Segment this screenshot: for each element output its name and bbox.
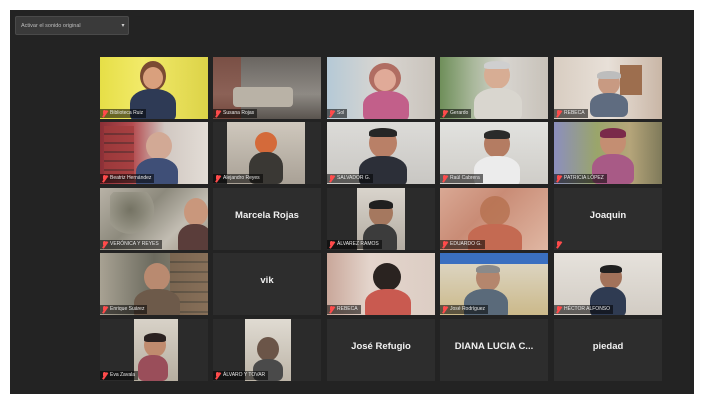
muted-mic-icon xyxy=(215,174,221,183)
participant-display-name: piedad xyxy=(592,341,624,352)
muted-mic-icon xyxy=(442,174,448,183)
participant-tile[interactable]: REBECA xyxy=(327,253,435,315)
muted-mic-icon xyxy=(329,174,335,183)
participant-tile[interactable]: DIANA LUCIA C... xyxy=(440,319,548,381)
participant-tile[interactable]: PATRICIA LÓPEZ xyxy=(554,122,662,184)
participant-tile-active-speaker[interactable]: Beatriz Hernández xyxy=(100,122,208,184)
participant-tile[interactable]: Sol xyxy=(327,57,435,119)
participant-tile[interactable]: ÁLVARO Y TOVAR xyxy=(213,319,321,381)
participant-name-plate: Eva Zavala xyxy=(100,371,139,380)
muted-mic-icon xyxy=(556,174,562,183)
participant-name-plate: José Rodríguez xyxy=(440,305,489,314)
participant-tile[interactable]: piedad xyxy=(554,319,662,381)
participant-name-plate: REBECA xyxy=(327,305,361,314)
participant-display-name: Marcela Rojas xyxy=(235,210,299,221)
muted-mic-icon xyxy=(102,240,108,249)
participant-display-name: Joaquin xyxy=(589,210,627,221)
participant-tile[interactable]: Raúl Cabrera xyxy=(440,122,548,184)
participant-name-plate: PATRICIA LÓPEZ xyxy=(554,174,607,183)
participant-tile[interactable]: HÉCTOR ALFONSO xyxy=(554,253,662,315)
dropdown-label: Activar el sonido original xyxy=(21,22,81,29)
participant-display-name: vik xyxy=(260,275,274,286)
participant-tile[interactable]: Biblioteca Ruiz xyxy=(100,57,208,119)
participant-tile[interactable]: VERÓNICA Y REYES xyxy=(100,188,208,250)
muted-mic-icon xyxy=(102,174,108,183)
participant-name-plate xyxy=(554,240,567,249)
participant-tile[interactable]: Susana Rojas xyxy=(213,57,321,119)
muted-mic-icon xyxy=(329,109,335,118)
participant-name-plate: Susana Rojas xyxy=(213,109,258,118)
participant-tile[interactable]: Eva Zavala xyxy=(100,319,208,381)
muted-mic-icon xyxy=(442,240,448,249)
muted-mic-icon xyxy=(102,371,108,380)
participant-tile[interactable]: Enrique Suárez xyxy=(100,253,208,315)
participant-name-plate: ÁLVARO Y TOVAR xyxy=(213,371,269,380)
participant-name-plate: EDUARDO G. xyxy=(440,240,485,249)
participant-tile[interactable]: EDUARDO G. xyxy=(440,188,548,250)
participant-name-plate: VERÓNICA Y REYES xyxy=(100,240,162,249)
participant-name-plate: Gerardo xyxy=(440,109,472,118)
participant-tile[interactable]: José Rodríguez xyxy=(440,253,548,315)
muted-mic-icon xyxy=(329,305,335,314)
participant-name-plate: ÁLVAREZ RAMOS xyxy=(327,240,382,249)
participant-tile[interactable]: Alejandro Reyes xyxy=(213,122,321,184)
muted-mic-icon xyxy=(102,305,108,314)
muted-mic-icon xyxy=(556,109,562,118)
participant-display-name: José Refugio xyxy=(351,341,411,352)
participant-name-plate: Beatriz Hernández xyxy=(100,174,155,183)
participant-name-plate: SALVADOR G. xyxy=(327,174,374,183)
participant-name-plate: Alejandro Reyes xyxy=(213,174,263,183)
participant-tile[interactable]: vik xyxy=(213,253,321,315)
participant-tile[interactable]: Gerardo xyxy=(440,57,548,119)
participant-name-plate: Biblioteca Ruiz xyxy=(100,109,147,118)
participant-tile[interactable]: Marcela Rojas xyxy=(213,188,321,250)
muted-mic-icon xyxy=(215,371,221,380)
gallery-grid: Biblioteca Ruiz Susana Rojas Sol Gerardo… xyxy=(100,57,663,381)
participant-name-plate: Sol xyxy=(327,109,348,118)
muted-mic-icon xyxy=(442,305,448,314)
participant-name-plate: Raúl Cabrera xyxy=(440,174,483,183)
participant-tile[interactable]: Joaquin xyxy=(554,188,662,250)
participant-tile[interactable]: REBECA xyxy=(554,57,662,119)
participant-tile[interactable]: SALVADOR G. xyxy=(327,122,435,184)
language-interpretation-dropdown[interactable]: Activar el sonido original ▾ xyxy=(15,16,129,35)
participant-name-plate: REBECA xyxy=(554,109,588,118)
chevron-down-icon: ▾ xyxy=(121,23,125,29)
muted-mic-icon xyxy=(102,109,108,118)
participant-display-name: DIANA LUCIA C... xyxy=(454,341,534,352)
muted-mic-icon xyxy=(215,109,221,118)
participant-name-plate: HÉCTOR ALFONSO xyxy=(554,305,614,314)
muted-mic-icon xyxy=(442,109,448,118)
muted-mic-icon xyxy=(556,240,562,249)
meeting-window: Activar el sonido original ▾ Biblioteca … xyxy=(10,10,694,394)
muted-mic-icon xyxy=(556,305,562,314)
participant-tile[interactable]: ÁLVAREZ RAMOS xyxy=(327,188,435,250)
participant-name-plate: Enrique Suárez xyxy=(100,305,148,314)
participant-tile[interactable]: José Refugio xyxy=(327,319,435,381)
muted-mic-icon xyxy=(329,240,335,249)
